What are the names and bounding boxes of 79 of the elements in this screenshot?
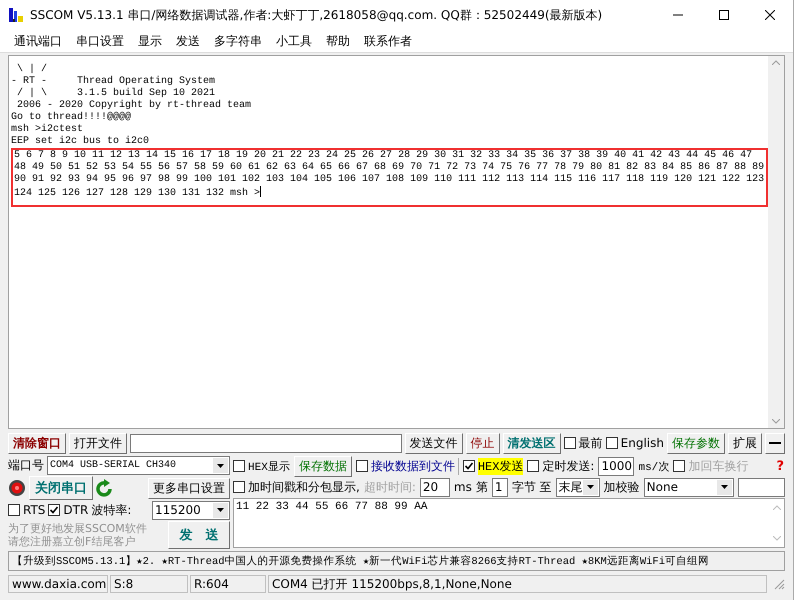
checkbox[interactable] xyxy=(462,460,475,472)
resize-grip-icon[interactable] xyxy=(773,578,785,590)
close-port-button[interactable]: 关闭串口 xyxy=(29,476,93,500)
menu-item[interactable]: 串口设置 xyxy=(76,32,124,50)
checkbox-label: RTS xyxy=(23,503,46,518)
checksum-select[interactable]: None xyxy=(644,478,734,496)
checkbox-label: 定时发送: xyxy=(542,458,594,474)
checkbox-label: HEX显示 xyxy=(248,460,290,474)
refresh-icon[interactable] xyxy=(96,478,114,498)
file-path-field[interactable] xyxy=(130,434,402,452)
terminal-line: / | \ 3.1.5 build Sep 10 2021 xyxy=(16,88,216,100)
timeout-label: 超时时间: xyxy=(364,478,416,496)
byte-from-field[interactable]: 1 xyxy=(492,478,508,496)
collapse-button[interactable] xyxy=(765,432,785,454)
baud-label: 波特率: xyxy=(91,502,132,519)
window-title: SSCOM V5.13.1 串口/网络数据调试器,作者:大虾丁丁,2618058@qq.com. QQ群：52502449(最新版本) xyxy=(30,6,604,24)
menu-item[interactable]: 小工具 xyxy=(276,32,312,50)
terminal-line: - RT - Thread Operating System xyxy=(11,76,216,88)
checkbox-label: DTR xyxy=(63,503,88,518)
terminal-line: EEP set i2c bus to i2c0 xyxy=(11,136,150,148)
send-file-button[interactable]: 发送文件 xyxy=(404,432,463,454)
send-button[interactable]: 发 送 xyxy=(168,521,230,549)
checkbox-label: 接收数据到文件 xyxy=(370,458,455,474)
status-cell: R:604 xyxy=(190,575,266,593)
terminal-line: Go to thread!!!!@@@@ xyxy=(11,112,132,124)
menu-item[interactable]: 通讯端口 xyxy=(14,32,62,50)
interval-unit: ms/次 xyxy=(638,460,670,474)
checkbox[interactable] xyxy=(356,460,368,472)
checksum-label: 加校验 xyxy=(604,478,640,496)
checksum-result-field[interactable] xyxy=(738,478,785,496)
byte-from-label: 第 xyxy=(476,478,488,496)
save-params-button[interactable]: 保存参数 xyxy=(667,432,725,454)
clear-window-button[interactable]: 清除窗口 xyxy=(8,432,66,454)
terminal-line: msh >i2ctest xyxy=(11,124,84,136)
status-cell: www.daxia.com xyxy=(8,575,108,593)
terminal-line: 48 49 50 51 52 53 54 55 56 57 58 59 60 61 62 63 64 65 66 67 68 69 70 71 72 73 74 75 76 77 78 79 80 81 82 83 84 85 86 87 88 89 xyxy=(14,162,766,174)
expand-button[interactable]: 扩展 xyxy=(728,432,762,454)
timeout-unit: ms xyxy=(454,480,472,494)
status-cell: COM4 已打开 115200bps,8,1,None,None xyxy=(268,575,767,593)
byte-to-label: 字节 至 xyxy=(512,478,552,496)
app-icon xyxy=(8,6,24,24)
baud-select[interactable]: 115200 xyxy=(152,500,230,520)
interval-field[interactable]: 1000 xyxy=(598,456,634,476)
checkbox[interactable] xyxy=(606,437,618,449)
checkbox-label: 加回车换行 xyxy=(688,458,748,474)
checkbox-label: 最前 xyxy=(578,434,603,452)
menu-item[interactable]: 显示 xyxy=(138,32,162,50)
terminal-line: 2006 - 2020 Copyright by rt-thread team xyxy=(16,100,252,112)
checkbox[interactable] xyxy=(564,437,576,449)
minus-icon xyxy=(769,442,781,444)
status-cell: S:8 xyxy=(110,575,188,593)
checkbox-label: English xyxy=(620,436,664,450)
menu-item[interactable]: 帮助 xyxy=(326,32,350,50)
terminal-line: 5 6 7 8 9 10 11 12 13 14 15 16 17 18 19 20 21 22 23 24 25 26 27 28 29 30 31 32 33 34 35 36 37 38 39 40 41 42 43 44 45 46 47 xyxy=(14,150,754,162)
checkbox-label: HEX发送 xyxy=(478,458,524,474)
port-label: 端口号 xyxy=(8,457,44,474)
checkbox[interactable] xyxy=(8,504,20,516)
byte-to-select[interactable]: 末尾 xyxy=(556,478,600,496)
stop-button[interactable]: 停止 xyxy=(466,432,500,454)
checkbox-label: 加时间戳和分包显示, xyxy=(248,478,360,496)
terminal-line: 124 125 126 127 128 129 130 131 132 msh > xyxy=(14,186,262,198)
menu-item[interactable]: 发送 xyxy=(176,32,200,50)
open-file-button[interactable]: 打开文件 xyxy=(69,432,127,454)
port-select[interactable]: COM4 USB-SERIAL CH340 xyxy=(47,456,230,476)
clear-send-button[interactable]: 清发送区 xyxy=(502,432,561,454)
maximize-icon[interactable] xyxy=(719,10,729,20)
more-port-settings-button[interactable]: 更多串口设置 xyxy=(148,478,230,498)
terminal-line: \ | / xyxy=(16,64,48,76)
promo-text: 为了更好地发展SSCOM软件 请您注册嘉立创F结尾客户 xyxy=(8,522,148,548)
checkbox[interactable] xyxy=(48,504,60,516)
close-icon[interactable] xyxy=(765,10,775,20)
checkbox[interactable] xyxy=(527,460,540,472)
checkbox[interactable] xyxy=(233,460,245,472)
menu-item[interactable]: 多字符串 xyxy=(214,32,262,50)
checkbox[interactable] xyxy=(233,481,245,493)
news-ticker: 【升级到SSCOM5.13.1】★2. ★RT-Thread中国人的开源免费操作系统 ★新一代WiFi芯片兼容8266支持RT-Thread ★8KM远距离WiFi可自组网 xyxy=(8,551,785,571)
terminal-line: 90 91 92 93 94 95 96 97 98 99 100 101 102 103 104 105 106 107 108 109 110 111 112 113 114 115 116 117 118 119 120 121 122 123 xyxy=(14,174,766,186)
menu-item[interactable]: 联系作者 xyxy=(364,32,412,50)
save-data-button[interactable]: 保存数据 xyxy=(294,456,352,476)
